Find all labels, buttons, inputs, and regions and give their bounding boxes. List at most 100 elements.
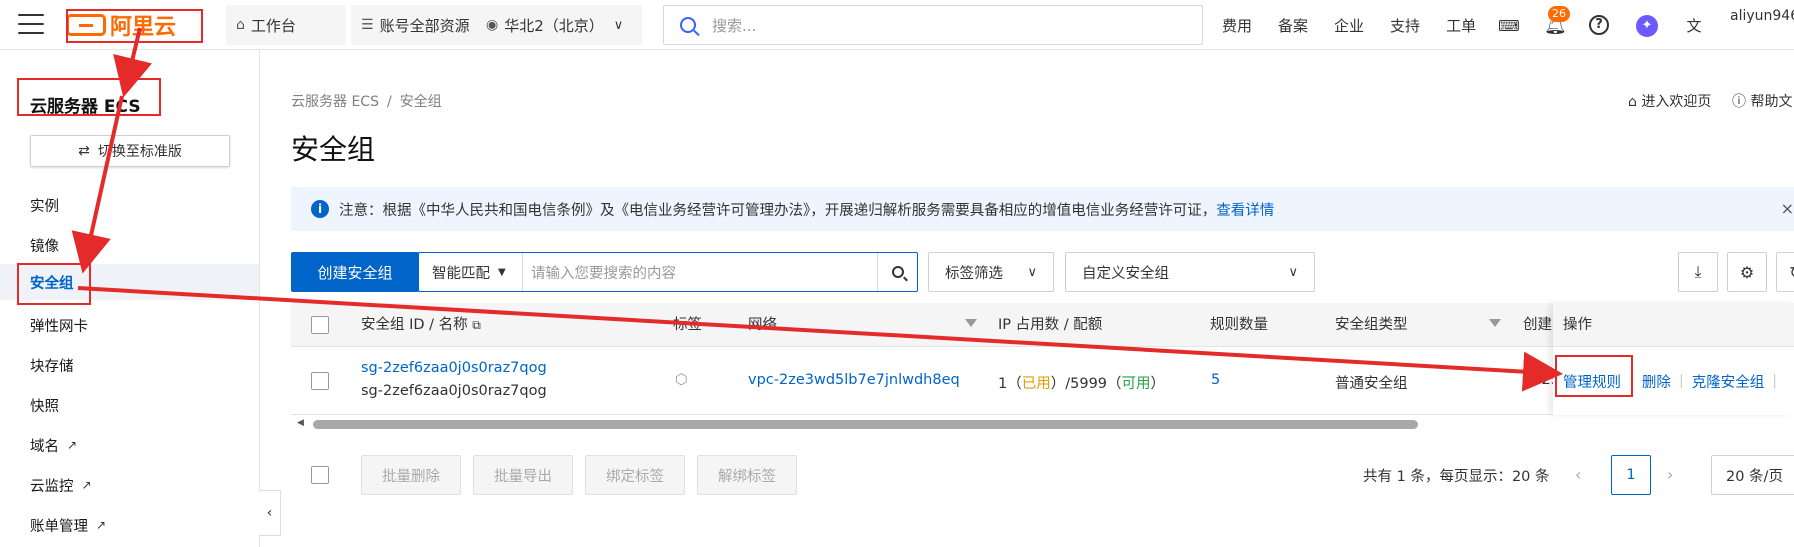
filter-funnel-icon[interactable] [965, 319, 977, 327]
tag-filter-dropdown[interactable]: 标签筛选 ∨ [928, 252, 1054, 292]
help-label: 帮助文 [1750, 94, 1793, 110]
settings-button[interactable]: ⚙ [1727, 252, 1767, 292]
available-label: 可用 [1121, 376, 1151, 392]
collapse-sidebar-button[interactable]: ‹ [259, 490, 281, 536]
caret-down-icon: ▼ [498, 266, 506, 278]
workbench-button[interactable]: ⌂ 工作台 [226, 5, 346, 45]
search-input[interactable]: 请输入您要搜索的内容 [523, 262, 877, 283]
rules-count-link[interactable]: 5 [1211, 372, 1220, 388]
sidebar-item-snapshots[interactable]: 快照 [0, 387, 259, 423]
scroll-left-icon[interactable]: ◀ [297, 418, 304, 428]
sidebar-item-images[interactable]: 镜像 [0, 227, 259, 263]
sidebar-item-label: 账单管理 [30, 518, 88, 535]
ip-quota: /5999 [1065, 376, 1108, 392]
bind-tags-button[interactable]: 绑定标签 [585, 455, 685, 495]
welcome-link[interactable]: ⌂ 进入欢迎页 [1628, 91, 1711, 111]
region-label: 华北2（北京） [504, 16, 604, 35]
pagination-summary: 共有 1 条，每页显示：20 条 [1363, 469, 1550, 485]
sidebar-item-eni[interactable]: 弹性网卡 [0, 307, 259, 343]
col-id-name: 安全组 ID / 名称 ⧉ [361, 303, 481, 347]
sidebar-item-label: 云监控 [30, 478, 74, 495]
security-group-name: sg-2zef6zaa0j0s0raz7qog [361, 383, 547, 399]
create-security-group-button[interactable]: 创建安全组 [291, 252, 419, 292]
footer-select-all-checkbox[interactable] [311, 466, 329, 484]
search-button[interactable] [877, 253, 917, 291]
security-group-id-link[interactable]: sg-2zef6zaa0j0s0raz7qog [361, 360, 547, 376]
security-group-type: 普通安全组 [1335, 376, 1408, 392]
current-page-button[interactable]: 1 [1611, 455, 1651, 495]
breadcrumb-separator: / [386, 94, 392, 110]
notice-details-link[interactable]: 查看详情 [1216, 199, 1274, 220]
home-icon: ⌂ [236, 17, 245, 33]
chevron-down-icon: ∨ [613, 17, 624, 33]
sidebar-item-domains[interactable]: 域名 ↗ [0, 427, 259, 463]
download-icon: ⤓ [1694, 262, 1702, 281]
col-type: 安全组类型 [1335, 317, 1408, 333]
col-created: 创建 [1523, 317, 1552, 333]
next-page-icon[interactable]: › [1667, 465, 1673, 484]
top-links: 费用 备案 企业 支持 工单 [1222, 0, 1502, 50]
search-box: 智能匹配 ▼ 请输入您要搜索的内容 [418, 252, 918, 292]
scrollbar-thumb[interactable] [313, 420, 1418, 429]
breadcrumb-current: 安全组 [399, 94, 442, 110]
top-link-enterprise[interactable]: 企业 [1334, 15, 1364, 36]
terminal-icon[interactable]: ⌨ [1498, 15, 1520, 37]
select-all-checkbox[interactable] [311, 316, 329, 334]
horizontal-scrollbar[interactable]: ◀ [291, 418, 1794, 430]
top-navigation-bar: 阿里云 ⌂ 工作台 ☰ 账号全部资源 ∨ ◉ 华北2（北京） ∨ 搜索... 费… [0, 0, 1794, 50]
sidebar-item-billing[interactable]: 账单管理 ↗ [0, 507, 259, 543]
home-icon: ⌂ [1628, 94, 1637, 110]
search-icon [891, 266, 904, 278]
more-button[interactable]: ↻ [1776, 252, 1794, 292]
global-search-input[interactable]: 搜索... [663, 5, 1203, 45]
sidebar-item-label: 域名 [30, 438, 59, 455]
annotation-box-ecs [17, 78, 161, 116]
download-button[interactable]: ⤓ [1678, 252, 1718, 292]
search-icon [680, 17, 696, 33]
top-link-icp[interactable]: 备案 [1278, 15, 1308, 36]
breadcrumb-ecs[interactable]: 云服务器 ECS [291, 94, 379, 110]
help-icon[interactable]: ? [1589, 15, 1609, 35]
help-circle-icon: ⓘ [1732, 94, 1746, 110]
col-label: 安全组 ID / 名称 [361, 317, 468, 333]
prev-page-icon[interactable]: ‹ [1575, 465, 1581, 484]
tag-filter-label: 标签筛选 [945, 265, 1003, 282]
chevron-down-icon: ∨ [1288, 264, 1298, 280]
external-link-icon: ↗ [81, 478, 92, 492]
region-dropdown[interactable]: ◉ 华北2（北京） ∨ [476, 5, 642, 45]
filter-funnel-icon[interactable] [1489, 319, 1501, 327]
annotation-box-security-group [17, 263, 91, 305]
sidebar-item-cloud-monitor[interactable]: 云监控 ↗ [0, 467, 259, 503]
top-link-ticket[interactable]: 工单 [1446, 15, 1476, 36]
batch-delete-button[interactable]: 批量删除 [361, 455, 461, 495]
tag-icon[interactable]: ⬡ [675, 372, 688, 388]
help-doc-link[interactable]: ⓘ 帮助文 [1732, 91, 1792, 111]
sidebar-item-instances[interactable]: 实例 [0, 187, 259, 223]
assistant-icon[interactable]: ✦ [1636, 15, 1658, 37]
search-placeholder: 搜索... [712, 16, 757, 35]
top-link-support[interactable]: 支持 [1390, 15, 1420, 36]
user-account[interactable]: aliyun946 [1730, 8, 1794, 24]
page-size-select[interactable]: 20 条/页 [1711, 455, 1794, 495]
switch-standard-button[interactable]: ⇄ 切换至标准版 [30, 135, 230, 167]
delete-link[interactable]: 删除 [1642, 371, 1671, 392]
batch-export-button[interactable]: 批量导出 [473, 455, 573, 495]
copy-icon[interactable]: ⧉ [472, 318, 481, 332]
language-icon[interactable]: 文 [1683, 15, 1705, 37]
menu-icon[interactable] [18, 14, 44, 36]
sidebar-item-block-storage[interactable]: 块存储 [0, 347, 259, 383]
close-icon[interactable]: × [1781, 199, 1794, 218]
used-label: 已用 [1021, 376, 1051, 392]
unbind-tags-button[interactable]: 解绑标签 [697, 455, 797, 495]
top-link-fee[interactable]: 费用 [1222, 15, 1252, 36]
ip-usage: 1（已用）/5999（可用） [998, 376, 1166, 392]
match-mode-select[interactable]: 智能匹配 ▼ [419, 253, 523, 291]
row-checkbox[interactable] [311, 372, 329, 390]
welcome-label: 进入欢迎页 [1641, 94, 1712, 110]
notification-badge: 26 [1548, 6, 1570, 22]
clone-security-group-link[interactable]: 克隆安全组 [1692, 371, 1765, 392]
vpc-link[interactable]: vpc-2ze3wd5lb7e7jnlwdh8eq [748, 372, 960, 388]
col-network: 网络 [748, 317, 777, 333]
custom-group-dropdown[interactable]: 自定义安全组 ∨ [1065, 252, 1315, 292]
col-rules: 规则数量 [1210, 317, 1268, 333]
